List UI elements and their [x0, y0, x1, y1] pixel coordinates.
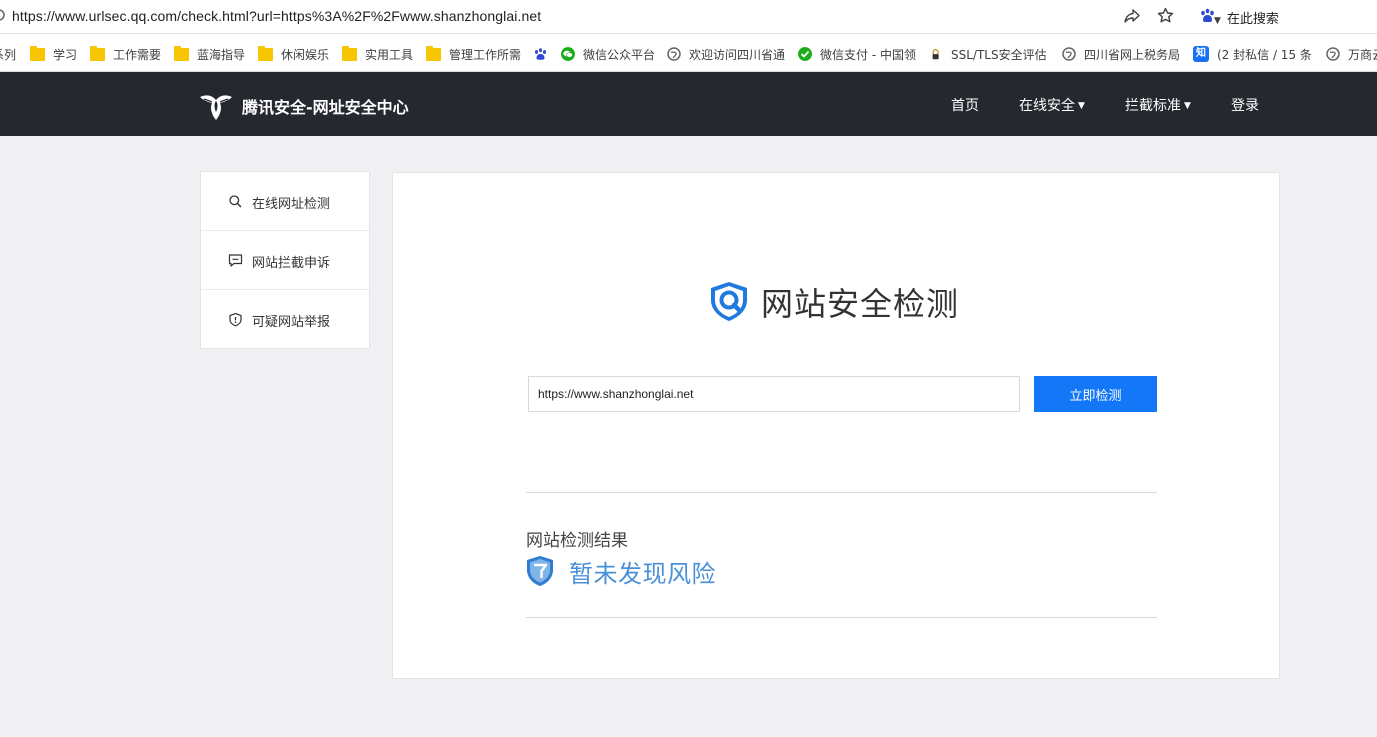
search-engine-label[interactable]: ▼ 在此搜索 — [1214, 8, 1279, 27]
folder-icon — [90, 45, 105, 61]
sidebar-item-label: 网站拦截申诉 — [252, 256, 331, 271]
bookmark-folder-blueocean[interactable]: 蓝海指导 — [174, 45, 245, 62]
bookmark-item[interactable]: 系列 — [0, 46, 16, 62]
divider — [526, 617, 1157, 618]
folder-icon — [426, 45, 441, 61]
bookmark-ssl-assessment[interactable]: SSL/TLS安全评估 — [930, 46, 1047, 62]
sidebar-item-label: 可疑网站举报 — [252, 315, 331, 330]
shield-icon — [229, 312, 242, 327]
main-panel: 网站安全检测 立即检测 网站检测结果 暂未发现风险 — [392, 172, 1280, 679]
site-header: 腾讯安全-网址安全中心 首页 在线安全 ▼ 拦截标准 ▼ 登录 — [0, 72, 1377, 136]
result-status-text: 暂未发现风险 — [569, 560, 716, 588]
check-now-button[interactable]: 立即检测 — [1034, 376, 1157, 412]
bookmark-zhihu[interactable]: 知 (2 封私信 / 15 条 — [1193, 46, 1312, 62]
bookmark-wechat-mp[interactable]: 微信公众平台 — [561, 46, 655, 62]
sidebar-item-block-appeal[interactable]: 网站拦截申诉 — [201, 231, 369, 290]
nav-login-label: 登录 — [1231, 98, 1259, 114]
brand-title[interactable]: 腾讯安全-网址安全中心 — [242, 94, 409, 118]
bookmark-folder-leisure[interactable]: 休闲娱乐 — [258, 45, 329, 62]
sidebar-item-report-suspicious[interactable]: 可疑网站举报 — [201, 290, 369, 349]
caret-down-icon: ▼ — [1184, 101, 1191, 111]
globe-icon — [667, 47, 681, 61]
share-icon[interactable] — [1124, 8, 1140, 24]
bookmark-baidu[interactable] — [533, 46, 548, 62]
nav-home[interactable]: 首页 — [951, 95, 979, 115]
baidu-paw-icon — [535, 47, 546, 60]
bookmarks-bar: 系列 学习 工作需要 蓝海指导 休闲娱乐 实用工具 管理工作所需 微信公众平台 … — [0, 34, 1377, 72]
result-section-label: 网站检测结果 — [526, 531, 628, 551]
zhihu-icon: 知 — [1193, 46, 1209, 62]
bookmark-wechat-pay[interactable]: 微信支付 - 中国领 — [798, 46, 916, 62]
address-url[interactable]: https://www.urlsec.qq.com/check.html?url… — [12, 8, 541, 24]
bookmark-sichuan-tax[interactable]: 四川省网上税务局 — [1062, 46, 1180, 62]
bookmark-folder-work[interactable]: 工作需要 — [90, 45, 161, 62]
nav-block-standard-label: 拦截标准 — [1125, 98, 1181, 114]
caret-down-icon: ▼ — [1078, 101, 1085, 111]
wechat-icon — [561, 47, 575, 61]
bookmark-folder-management[interactable]: 管理工作所需 — [426, 45, 521, 62]
ssl-icon — [932, 48, 939, 59]
bookmark-folder-study[interactable]: 学习 — [30, 45, 77, 62]
browser-address-bar[interactable]: https://www.urlsec.qq.com/check.html?url… — [0, 0, 1377, 34]
globe-icon — [1326, 47, 1340, 61]
nav-login[interactable]: 登录 — [1231, 95, 1259, 115]
nav-online-security[interactable]: 在线安全 ▼ — [1019, 95, 1085, 115]
bookmark-star-icon[interactable] — [1157, 7, 1174, 24]
globe-icon — [1062, 47, 1076, 61]
page-title: 网站安全检测 — [761, 285, 960, 323]
sidebar-item-label: 在线网址检测 — [252, 197, 331, 212]
nav-online-security-label: 在线安全 — [1019, 98, 1075, 114]
bookmark-folder-tools[interactable]: 实用工具 — [342, 45, 413, 62]
folder-icon — [174, 45, 189, 61]
bookmark-wanshangyun[interactable]: 万商云 — [1326, 46, 1377, 62]
nav-block-standard[interactable]: 拦截标准 ▼ — [1125, 95, 1191, 115]
folder-icon — [258, 45, 273, 61]
nav-home-label: 首页 — [951, 98, 979, 114]
shield-search-icon — [711, 282, 747, 321]
safe-shield-icon — [527, 556, 553, 586]
tencent-security-logo-icon[interactable] — [198, 88, 234, 122]
sidebar-item-url-check[interactable]: 在线网址检测 — [201, 172, 369, 231]
search-icon — [229, 195, 242, 208]
folder-icon — [30, 45, 45, 61]
chat-icon — [228, 254, 243, 267]
lock-icon — [0, 9, 5, 21]
url-input[interactable] — [528, 376, 1020, 412]
divider — [526, 492, 1157, 493]
sidebar: 在线网址检测 网站拦截申诉 可疑网站举报 — [200, 171, 370, 349]
bookmark-sichuan-gov[interactable]: 欢迎访问四川省通 — [667, 46, 785, 62]
folder-icon — [342, 45, 357, 61]
wechat-pay-icon — [798, 47, 812, 61]
